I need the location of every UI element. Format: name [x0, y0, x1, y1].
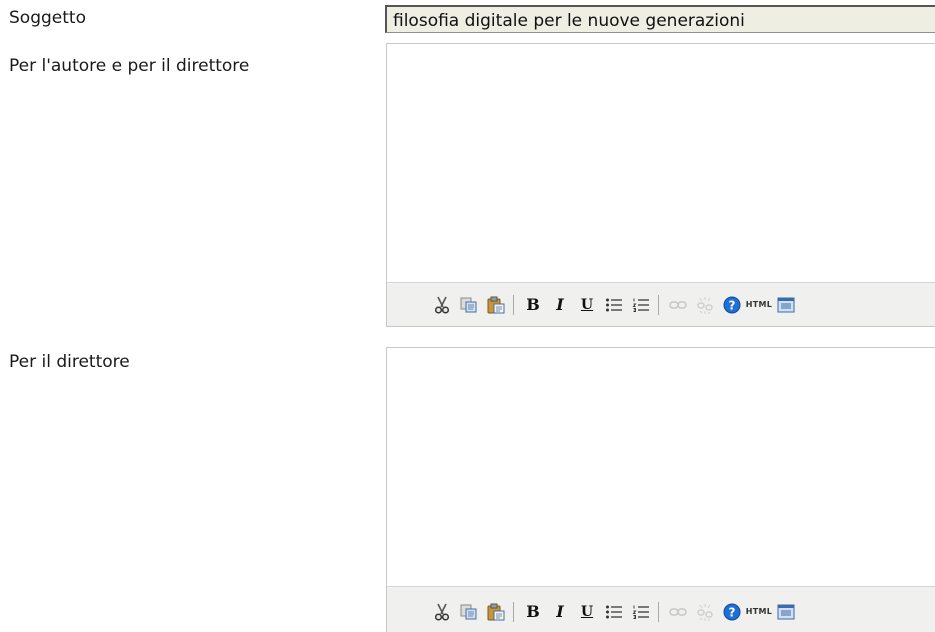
italic-icon[interactable]: I	[548, 283, 572, 326]
svg-text:?: ?	[729, 298, 736, 312]
toolbar-separator	[513, 601, 514, 622]
subject-input[interactable]	[385, 5, 935, 33]
underline-icon[interactable]: U	[575, 587, 599, 632]
editor-text-area[interactable]	[387, 348, 935, 587]
toolbar-separator	[513, 294, 514, 315]
underline-icon[interactable]: U	[575, 283, 599, 326]
editor-toolbar: B I U ? HTML	[387, 283, 935, 326]
cut-icon[interactable]	[430, 283, 454, 326]
bullet-list-icon[interactable]	[602, 283, 626, 326]
copy-icon[interactable]	[457, 283, 481, 326]
bullet-list-icon[interactable]	[602, 587, 626, 632]
editor-text-area[interactable]	[387, 44, 935, 283]
message-form: Soggetto Per l'autore e per il direttore	[0, 0, 935, 632]
director-editor: B I U ? HTML	[386, 347, 935, 632]
numbered-list-icon[interactable]	[629, 587, 653, 632]
author-director-editor: B I U ? HTML	[386, 43, 935, 327]
html-glyph: HTML	[745, 300, 773, 309]
help-icon[interactable]: ?	[720, 587, 744, 632]
link-icon[interactable]	[666, 283, 690, 326]
bold-glyph: B	[526, 602, 540, 621]
italic-glyph: I	[556, 602, 564, 621]
bold-icon[interactable]: B	[521, 587, 545, 632]
paste-icon[interactable]	[484, 283, 508, 326]
paste-icon[interactable]	[484, 587, 508, 632]
underline-glyph: U	[580, 603, 594, 620]
fullscreen-icon[interactable]	[774, 587, 798, 632]
subject-label: Soggetto	[9, 8, 86, 28]
numbered-list-icon[interactable]	[629, 283, 653, 326]
editor-toolbar: B I U ? HTML	[387, 587, 935, 632]
unlink-icon[interactable]	[693, 283, 717, 326]
underline-glyph: U	[580, 296, 594, 313]
toolbar-separator	[658, 601, 659, 622]
toolbar-separator	[658, 294, 659, 315]
svg-text:?: ?	[729, 605, 736, 619]
html-source-icon[interactable]: HTML	[745, 587, 773, 632]
bold-icon[interactable]: B	[521, 283, 545, 326]
help-icon[interactable]: ?	[720, 283, 744, 326]
html-glyph: HTML	[745, 607, 773, 616]
cut-icon[interactable]	[430, 587, 454, 632]
director-label: Per il direttore	[9, 352, 130, 372]
author-director-label: Per l'autore e per il direttore	[9, 56, 250, 76]
italic-icon[interactable]: I	[548, 587, 572, 632]
bold-glyph: B	[526, 295, 540, 314]
unlink-icon[interactable]	[693, 587, 717, 632]
link-icon[interactable]	[666, 587, 690, 632]
italic-glyph: I	[556, 295, 564, 314]
html-source-icon[interactable]: HTML	[745, 283, 773, 326]
fullscreen-icon[interactable]	[774, 283, 798, 326]
copy-icon[interactable]	[457, 587, 481, 632]
